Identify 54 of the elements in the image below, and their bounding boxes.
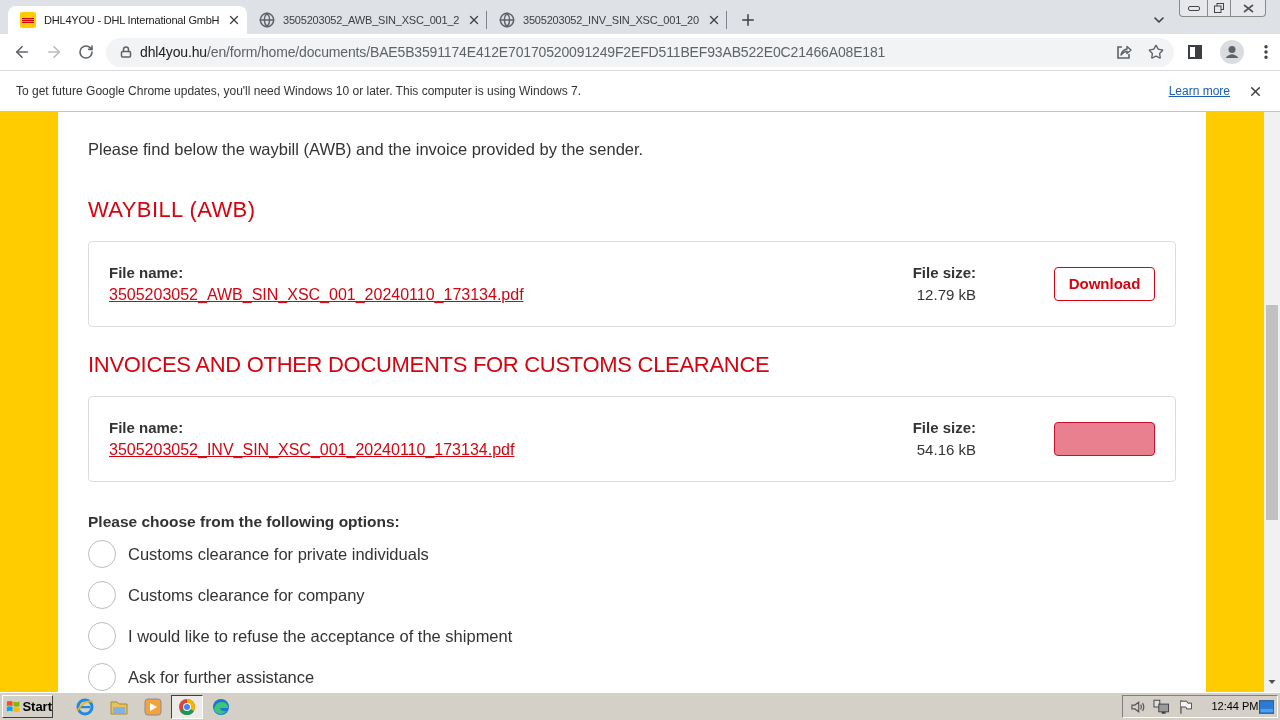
file-link[interactable]: 3505203052_AWB_SIN_XSC_001_20240110_173134.pdf [109,284,524,306]
windows-flag-icon [6,699,21,714]
logo-icon [20,12,36,28]
update-message: To get future Google Chrome updates, you'll need Windows 10 or later. This computer is using Windows 7. [16,83,582,100]
minimize-icon [1187,5,1200,11]
browser-tab[interactable]: DHL4YOU - DHL International GmbH [8,6,247,34]
section-heading: INVOICES AND OTHER DOCUMENTS FOR CUSTOMS CLEARANCE [88,351,771,379]
share-icon[interactable] [1116,44,1132,60]
option-label: Customs clearance for private individuals [128,544,429,564]
file-size-label: File size: [912,263,976,283]
options-prompt: Please choose from the following options: [88,512,401,532]
e-logo-icon [76,697,94,716]
close-icon [1242,3,1254,13]
address-bar[interactable]: dhl4you.hu/en/form/home/documents/BAE5B3591174E412E70170520091249F2EFD511BEF93AB522E0C21466A08E181 [106,37,1174,67]
new-tab-icon[interactable] [739,11,757,29]
radio-button[interactable] [88,663,116,691]
flag-icon[interactable] [1178,698,1193,715]
option-label: I would like to refuse the acceptance of the shipment [128,626,513,646]
ring-logo-icon [178,697,196,716]
file-name-label: File name: [109,418,184,438]
file-size: 54.16 kB [916,440,976,460]
radio-button[interactable] [88,622,116,650]
lock-icon [120,46,132,58]
file-name-label: File name: [109,263,184,283]
taskbar-button[interactable] [171,694,203,719]
file-link[interactable]: 3505203052_INV_SIN_XSC_001_20240110_173134.pdf [109,439,515,461]
show-desktop-icon[interactable] [1258,699,1274,714]
option-label: Ask for further assistance [128,667,315,687]
network-icon[interactable] [1153,698,1171,715]
back-icon[interactable] [13,43,31,61]
speaker-icon[interactable] [1130,698,1146,715]
option-label: Customs clearance for company [128,585,365,605]
download-button[interactable]: Download [1054,267,1155,301]
profile-avatar-icon[interactable] [1220,40,1244,64]
wave-logo-icon [212,697,230,716]
scrollbar[interactable] [1264,112,1280,692]
section-heading: WAYBILL (AWB) [88,196,257,224]
clock: 12:44 PM [1211,699,1259,715]
bookmark-star-icon[interactable] [1148,44,1164,60]
folder-icon [110,698,128,715]
globe-icon [259,12,275,28]
url-text: dhl4you.hu/en/form/home/documents/BAE5B3591174E412E70170520091249F2EFD511BEF93AB522E0C21466A08E181 [140,42,886,62]
file-size-label: File size: [912,418,976,438]
radio-button[interactable] [88,540,116,568]
reload-icon[interactable] [78,44,94,60]
play-tile-icon [144,697,162,716]
file-size: 12.79 kB [916,285,976,305]
radio-button[interactable] [88,581,116,609]
globe-icon [499,12,515,28]
restore-icon [1214,3,1224,13]
intro-text: Please find below the waybill (AWB) and the invoice provided by the sender. [88,139,645,159]
side-panel-icon[interactable] [1188,45,1202,59]
start-button[interactable]: Start [2,695,53,718]
learn-more-link[interactable]: Learn more [1168,82,1230,100]
